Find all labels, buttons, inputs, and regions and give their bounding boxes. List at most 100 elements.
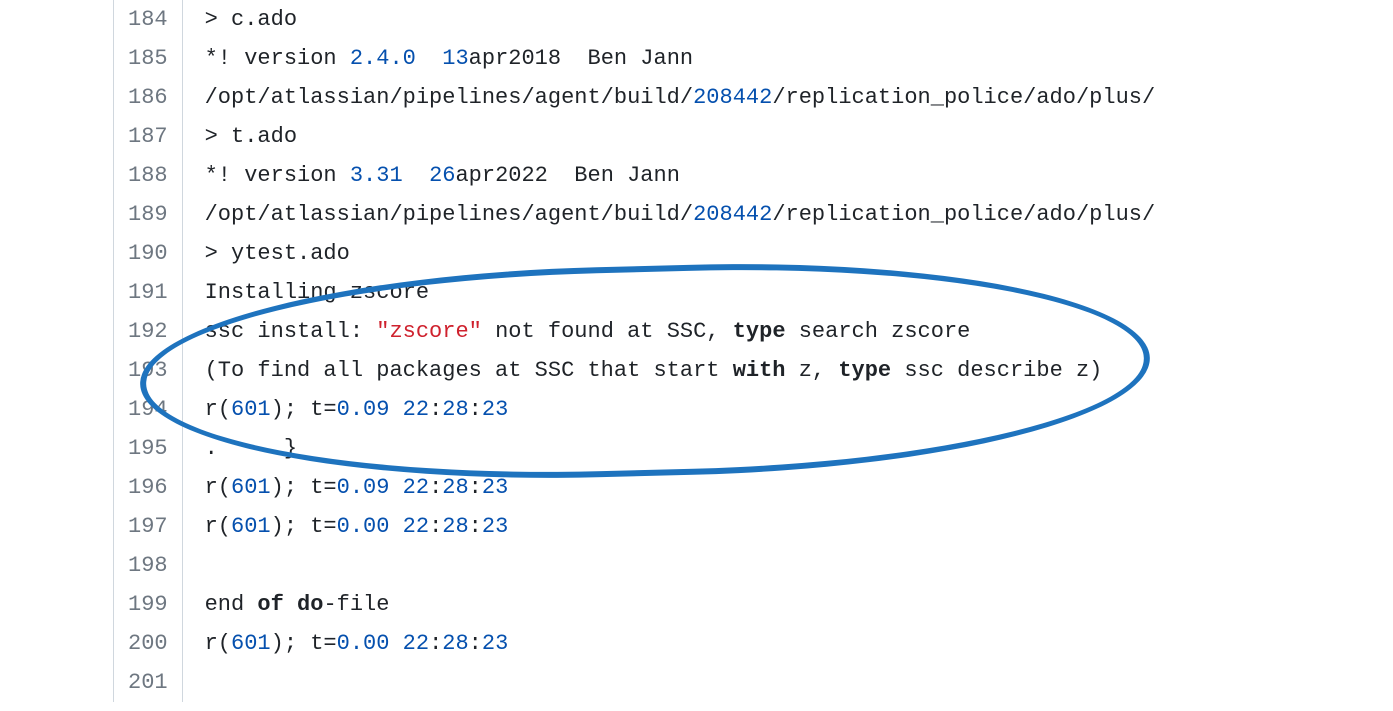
code-token: 22 xyxy=(403,475,429,500)
code-token: 22 xyxy=(403,397,429,422)
code-line[interactable]: r(601); t=0.09 22:28:23 xyxy=(205,468,1156,507)
code-token: not found at SSC, xyxy=(482,319,733,344)
code-line[interactable]: r(601); t=0.09 22:28:23 xyxy=(205,390,1156,429)
code-token: *! version xyxy=(205,163,350,188)
code-token: 26 xyxy=(429,163,455,188)
code-content[interactable]: > c.ado *! version 2.4.0 13apr2018 Ben Ja… xyxy=(183,0,1156,702)
line-number[interactable]: 194 xyxy=(128,390,168,429)
code-token xyxy=(403,163,429,188)
line-number[interactable]: 188 xyxy=(128,156,168,195)
code-token: > t.ado xyxy=(205,124,297,149)
code-token: 208442 xyxy=(693,202,772,227)
code-token: . } xyxy=(205,436,297,461)
left-rail xyxy=(24,0,114,702)
code-token: : xyxy=(469,631,482,656)
code-token: : xyxy=(429,631,442,656)
code-token: > c.ado xyxy=(205,7,297,32)
code-token: : xyxy=(469,475,482,500)
code-line[interactable] xyxy=(205,663,1156,702)
code-line[interactable]: > ytest.ado xyxy=(205,234,1156,273)
code-line[interactable]: r(601); t=0.00 22:28:23 xyxy=(205,507,1156,546)
code-token: 23 xyxy=(482,514,508,539)
code-token xyxy=(416,46,442,71)
code-token: : xyxy=(429,475,442,500)
line-number[interactable]: 199 xyxy=(128,585,168,624)
code-token: 0.00 xyxy=(337,514,390,539)
line-number[interactable]: 198 xyxy=(128,546,168,585)
code-token: r( xyxy=(205,475,231,500)
code-token: ); t= xyxy=(271,514,337,539)
code-line[interactable]: ssc install: "zscore" not found at SSC, … xyxy=(205,312,1156,351)
code-token: ssc describe z) xyxy=(891,358,1102,383)
code-token: 0.00 xyxy=(337,631,390,656)
code-token: type xyxy=(733,319,786,344)
code-token: /opt/atlassian/pipelines/agent/build/ xyxy=(205,85,693,110)
code-token: 28 xyxy=(442,475,468,500)
code-token: 601 xyxy=(231,397,271,422)
code-line[interactable] xyxy=(205,546,1156,585)
code-line[interactable]: end of do-file xyxy=(205,585,1156,624)
code-token: 22 xyxy=(403,631,429,656)
code-token: 3.31 xyxy=(350,163,403,188)
line-number[interactable]: 191 xyxy=(128,273,168,312)
gutter-line-numbers: 1841851861871881891901911921931941951961… xyxy=(114,0,183,702)
code-token: : xyxy=(429,514,442,539)
code-token: with xyxy=(733,358,786,383)
code-token: 0.09 xyxy=(337,397,390,422)
line-number[interactable]: 195 xyxy=(128,429,168,468)
code-token xyxy=(389,397,402,422)
code-token xyxy=(389,475,402,500)
code-token: /replication_police/ado/plus/ xyxy=(772,85,1155,110)
code-token: 2.4.0 xyxy=(350,46,416,71)
code-line[interactable]: (To find all packages at SSC that start … xyxy=(205,351,1156,390)
code-token: z, xyxy=(786,358,839,383)
code-token: > ytest.ado xyxy=(205,241,350,266)
line-number[interactable]: 196 xyxy=(128,468,168,507)
code-token: -file xyxy=(323,592,389,617)
code-token: : xyxy=(469,397,482,422)
code-token: do xyxy=(297,592,323,617)
code-line[interactable]: Installing zscore xyxy=(205,273,1156,312)
code-token xyxy=(389,631,402,656)
code-token: ); t= xyxy=(271,475,337,500)
line-number[interactable]: 201 xyxy=(128,663,168,702)
code-token: r( xyxy=(205,631,231,656)
code-token xyxy=(284,592,297,617)
code-token: (To find all packages at SSC that start xyxy=(205,358,733,383)
code-line[interactable]: r(601); t=0.00 22:28:23 xyxy=(205,624,1156,663)
code-token: Installing zscore xyxy=(205,280,429,305)
line-number[interactable]: 189 xyxy=(128,195,168,234)
code-line[interactable]: /opt/atlassian/pipelines/agent/build/208… xyxy=(205,78,1156,117)
code-token: 23 xyxy=(482,631,508,656)
code-line[interactable]: /opt/atlassian/pipelines/agent/build/208… xyxy=(205,195,1156,234)
code-token: 28 xyxy=(442,397,468,422)
line-number[interactable]: 200 xyxy=(128,624,168,663)
code-token: ); t= xyxy=(271,397,337,422)
code-line[interactable]: . } xyxy=(205,429,1156,468)
line-number[interactable]: 193 xyxy=(128,351,168,390)
line-number[interactable]: 186 xyxy=(128,78,168,117)
code-token: /replication_police/ado/plus/ xyxy=(772,202,1155,227)
code-token: r( xyxy=(205,397,231,422)
code-token: /opt/atlassian/pipelines/agent/build/ xyxy=(205,202,693,227)
code-token: 601 xyxy=(231,475,271,500)
line-number[interactable]: 187 xyxy=(128,117,168,156)
line-number[interactable]: 192 xyxy=(128,312,168,351)
line-number[interactable]: 197 xyxy=(128,507,168,546)
code-token: 28 xyxy=(442,631,468,656)
code-token: 23 xyxy=(482,475,508,500)
code-token: ssc install: xyxy=(205,319,377,344)
line-number[interactable]: 185 xyxy=(128,39,168,78)
code-token: 28 xyxy=(442,514,468,539)
code-token: 0.09 xyxy=(337,475,390,500)
code-line[interactable]: *! version 2.4.0 13apr2018 Ben Jann xyxy=(205,39,1156,78)
code-line[interactable]: > t.ado xyxy=(205,117,1156,156)
code-token: apr2018 Ben Jann xyxy=(469,46,693,71)
code-token: ); t= xyxy=(271,631,337,656)
code-line[interactable]: *! version 3.31 26apr2022 Ben Jann xyxy=(205,156,1156,195)
line-number[interactable]: 184 xyxy=(128,0,168,39)
code-line[interactable]: > c.ado xyxy=(205,0,1156,39)
code-token xyxy=(389,514,402,539)
code-token: 22 xyxy=(403,514,429,539)
line-number[interactable]: 190 xyxy=(128,234,168,273)
